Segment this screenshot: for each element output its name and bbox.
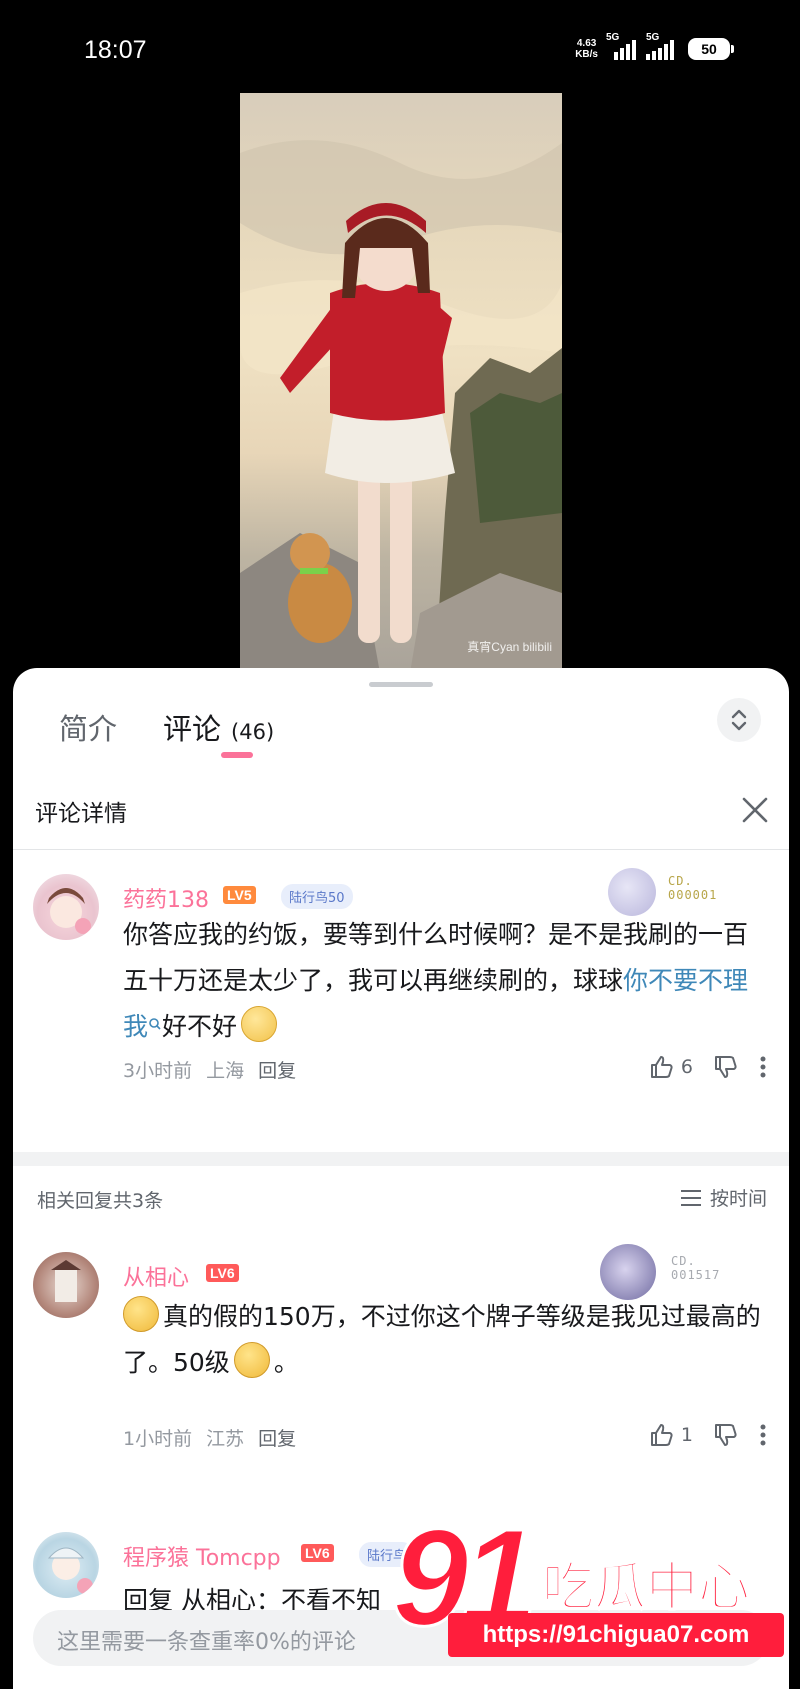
related-replies-bar: 相关回复共3条 按时间 <box>13 1168 789 1228</box>
avatar-image <box>47 1547 93 1594</box>
close-icon <box>742 797 768 823</box>
more-button[interactable] <box>759 1423 767 1447</box>
dislike-button[interactable] <box>713 1422 739 1448</box>
avatar[interactable] <box>33 1532 99 1598</box>
tab-comments[interactable]: 评论 <box>163 706 221 748</box>
network-speed: 4.63 KB/s <box>575 38 598 60</box>
search-icon[interactable] <box>148 1017 162 1031</box>
fan-badge-number: CD. 000001 <box>668 874 718 902</box>
main-comment: 药药138 LV5 陆行鸟50 CD. 000001 你答应我的约饭，要等到什么… <box>13 868 789 1088</box>
comment-input-placeholder: 这里需要一条查重率0%的评论 <box>57 1630 356 1655</box>
close-button[interactable] <box>735 790 775 830</box>
sad-face-emoji-icon <box>241 1006 278 1042</box>
more-dots-icon <box>760 1424 766 1446</box>
logo-url: https://91chigua07.com <box>448 1613 784 1657</box>
expand-collapse-icon <box>731 709 747 731</box>
thumbs-down-icon <box>715 1056 737 1078</box>
signal-icon: 5G <box>606 32 638 60</box>
video-frame-image <box>240 140 562 673</box>
page-title: 评论详情 <box>35 801 127 827</box>
thumbs-up-icon <box>650 1424 673 1446</box>
logo-text: 吃瓜中心 <box>541 1557 751 1619</box>
comment-time: 3小时前 <box>123 1060 193 1082</box>
reply-button[interactable]: 回复 <box>258 1060 296 1082</box>
avatar[interactable] <box>33 874 99 940</box>
fan-badge-icon <box>600 1244 656 1300</box>
like-count: 6 <box>680 1056 693 1078</box>
drag-handle[interactable] <box>369 682 433 687</box>
avatar[interactable] <box>33 1252 99 1318</box>
level-badge: LV6 <box>206 1264 239 1282</box>
reply-button[interactable]: 回复 <box>258 1428 296 1450</box>
sort-button[interactable]: 按时间 <box>680 1184 767 1211</box>
level-badge: LV5 <box>223 886 256 904</box>
video-watermark: 真宵Cyan bilibili <box>467 640 552 654</box>
comment-detail-header: 评论详情 <box>13 772 789 850</box>
level-badge: LV6 <box>301 1544 334 1562</box>
tab-indicator <box>221 752 253 758</box>
thumbs-up-icon <box>650 1056 673 1078</box>
comment-actions: 6 <box>649 1054 767 1080</box>
status-time: 18:07 <box>84 36 147 64</box>
like-button[interactable]: 6 <box>649 1054 693 1080</box>
dislike-button[interactable] <box>713 1054 739 1080</box>
comment-text: 真的假的150万，不过你这个牌子等级是我见过最高的了。50级。 <box>123 1294 763 1386</box>
comment-text: 你答应我的约饭，要等到什么时候啊？是不是我刷的一百五十万还是太少了，我可以再继续… <box>123 920 749 1042</box>
fan-medal[interactable]: 陆行鸟50 <box>281 884 353 909</box>
fan-badge-number: CD. 001517 <box>671 1254 721 1282</box>
comment-count: (46) <box>231 720 275 744</box>
thumbs-down-icon <box>715 1424 737 1446</box>
signal-icon: 5G <box>646 32 680 60</box>
comment-meta: 3小时前 上海 回复 <box>123 1056 310 1083</box>
like-count: 1 <box>680 1424 693 1446</box>
status-icons: 4.63 KB/s 5G 5G 50 <box>575 32 734 60</box>
more-button[interactable] <box>759 1055 767 1079</box>
comment-username[interactable]: 药药138 <box>123 882 209 914</box>
comment-time: 1小时前 <box>123 1428 193 1450</box>
related-count-label: 相关回复共3条 <box>37 1190 164 1212</box>
comment-actions: 1 <box>649 1422 767 1448</box>
like-button[interactable]: 1 <box>649 1422 693 1448</box>
site-watermark-logo: 91 吃瓜中心 https://91chigua07.com <box>390 1500 790 1685</box>
comment-username[interactable]: 程序猿 Tomcpp <box>123 1540 281 1572</box>
avatar-image <box>47 888 91 934</box>
more-dots-icon <box>760 1056 766 1078</box>
tab-intro[interactable]: 简介 <box>59 706 117 748</box>
section-divider <box>13 1152 789 1166</box>
comment-location: 上海 <box>206 1060 245 1082</box>
tab-bar: 简介 评论 (46) <box>59 706 274 748</box>
sort-icon <box>680 1189 701 1206</box>
status-bar: 18:07 4.63 KB/s 5G 5G 50 <box>0 0 800 90</box>
comment-location: 江苏 <box>206 1428 245 1450</box>
fan-badge-icon <box>608 868 656 916</box>
reply-comment: 从相心 LV6 CD. 001517 真的假的150万，不过你这个牌子等级是我见… <box>13 1244 789 1454</box>
video-player[interactable]: 真宵Cyan bilibili <box>240 93 562 673</box>
laughing-emoji-icon <box>123 1296 159 1332</box>
battery-icon: 50 <box>688 38 734 60</box>
comment-meta: 1小时前 江苏 回复 <box>123 1424 310 1451</box>
crying-laugh-emoji-icon <box>233 1342 270 1378</box>
avatar-image <box>51 1260 81 1302</box>
expand-button[interactable] <box>717 698 761 742</box>
comment-username[interactable]: 从相心 <box>123 1260 189 1292</box>
